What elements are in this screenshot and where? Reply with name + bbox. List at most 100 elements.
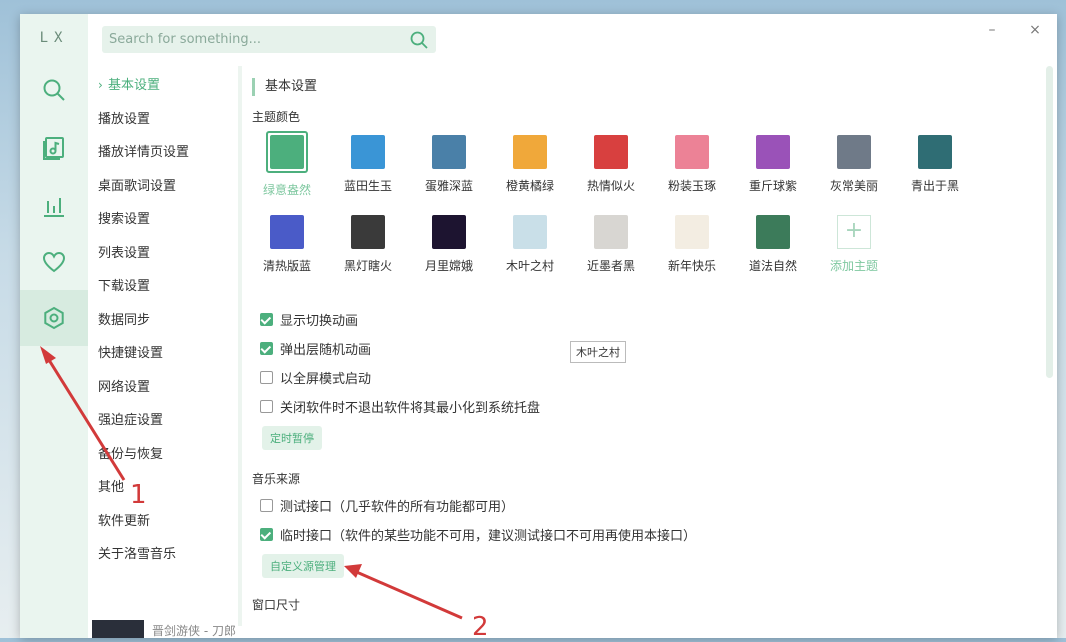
theme-option[interactable]: 绿意盎然: [252, 131, 322, 198]
submenu-item[interactable]: 列表设置: [96, 237, 234, 271]
theme-option[interactable]: 热情似火: [576, 135, 646, 194]
theme-option[interactable]: 近墨者黑: [576, 215, 646, 274]
submenu-item[interactable]: 数据同步: [96, 304, 234, 338]
theme-name: 绿意盎然: [262, 183, 311, 197]
checkbox-label: 临时接口（软件的某些功能不可用，建议测试接口不可用再使用本接口）: [280, 529, 697, 544]
rail-favorites-button[interactable]: [20, 234, 88, 290]
settings-submenu: › 基本设置播放设置播放详情页设置桌面歌词设置搜索设置列表设置下载设置数据同步快捷…: [96, 69, 234, 572]
checkbox[interactable]: [260, 528, 273, 541]
theme-option[interactable]: 清热版蓝: [252, 215, 322, 274]
theme-swatch: [675, 135, 709, 169]
submenu-item-label: 关于洛雪音乐: [98, 547, 177, 562]
theme-name: 道法自然: [748, 259, 797, 273]
theme-option[interactable]: 青出于黑: [900, 135, 970, 194]
checkbox-row[interactable]: 以全屏模式启动: [260, 363, 1037, 392]
checkbox-label: 以全屏模式启动: [280, 372, 372, 387]
submenu-item[interactable]: 桌面歌词设置: [96, 170, 234, 204]
general-checkboxes: 显示切换动画弹出层随机动画 以全屏模式启动关闭软件时不退出软件将其最小化到系统托盘: [252, 305, 1037, 421]
rail-search-button[interactable]: [20, 62, 88, 118]
checkbox[interactable]: [260, 400, 273, 413]
submenu-item[interactable]: 备份与恢复: [96, 438, 234, 472]
checkbox-row[interactable]: 显示切换动画: [260, 305, 1037, 334]
theme-option[interactable]: 月里嫦娥: [414, 215, 484, 274]
submenu-item-label: 数据同步: [98, 312, 151, 328]
now-playing-text: 晋剑游侠 - 刀郎: [152, 624, 236, 638]
search-icon: [43, 79, 65, 101]
theme-option[interactable]: 橙黄橘绿: [495, 135, 565, 194]
theme-swatch: [513, 135, 547, 169]
submenu-item[interactable]: 搜索设置: [96, 203, 234, 237]
submenu-item[interactable]: 其他: [96, 471, 234, 505]
theme-name: 粉装玉琢: [667, 179, 716, 193]
theme-name: 灰常美丽: [829, 179, 878, 193]
checkbox-label: 关闭软件时不退出软件将其最小化到系统托盘: [280, 401, 541, 416]
submenu-item[interactable]: 播放设置: [96, 103, 234, 137]
timer-pause-button[interactable]: 定时暂停: [262, 426, 322, 450]
app-logo: LX: [39, 30, 69, 46]
search-bar[interactable]: [102, 26, 436, 53]
submenu-item[interactable]: 强迫症设置: [96, 404, 234, 438]
theme-option[interactable]: 重斤球紫: [738, 135, 808, 194]
chevron-right-icon: ›: [98, 78, 103, 92]
rail-settings-button[interactable]: [20, 290, 88, 346]
theme-name: 青出于黑: [910, 179, 959, 193]
album-cover[interactable]: [92, 620, 144, 638]
submenu-item-label: 其他: [98, 480, 125, 495]
submenu-item-label: 播放设置: [98, 111, 151, 127]
checkbox-row[interactable]: 关闭软件时不退出软件将其最小化到系统托盘: [260, 392, 1037, 421]
music-list-icon: [43, 137, 64, 160]
theme-name: 蛋雅深蓝: [424, 179, 473, 193]
checkbox[interactable]: [260, 342, 273, 355]
theme-name: 重斤球紫: [748, 179, 797, 193]
checkbox-row[interactable]: 弹出层随机动画: [260, 334, 1037, 363]
submenu-item[interactable]: 关于洛雪音乐: [96, 538, 234, 572]
checkbox-label: 弹出层随机动画: [280, 343, 372, 358]
submenu-item-label: 网络设置: [98, 379, 151, 395]
gear-icon: [44, 306, 64, 330]
theme-swatch: [756, 135, 790, 169]
theme-option[interactable]: 粉装玉琢: [657, 135, 727, 194]
checkbox-row[interactable]: 临时接口（软件的某些功能不可用，建议测试接口不可用再使用本接口）: [260, 520, 1037, 549]
submenu-item[interactable]: › 基本设置: [96, 69, 234, 103]
theme-swatch: [756, 215, 790, 249]
theme-swatch: [432, 215, 466, 249]
content-scrollbar[interactable]: [1046, 66, 1053, 378]
search-input[interactable]: [102, 31, 408, 48]
submenu-item[interactable]: 播放详情页设置: [96, 136, 234, 170]
theme-swatch: [594, 135, 628, 169]
theme-swatch: [351, 135, 385, 169]
rail-leaderboard-button[interactable]: [20, 178, 88, 234]
close-button[interactable]: ×: [1025, 20, 1045, 40]
submenu-item-label: 快捷键设置: [98, 346, 164, 361]
theme-name: 蓝田生玉: [343, 179, 392, 193]
theme-option[interactable]: 黑灯瞎火: [333, 215, 403, 274]
theme-option[interactable]: 新年快乐: [657, 215, 727, 274]
theme-option[interactable]: 灰常美丽: [819, 135, 889, 194]
checkbox-row[interactable]: 测试接口（几乎软件的所有功能都可用）: [260, 491, 1037, 520]
submenu-item[interactable]: 快捷键设置: [96, 337, 234, 371]
theme-name: 添加主题: [829, 259, 878, 273]
add-theme-button[interactable]: + 添加主题: [819, 215, 889, 274]
submenu-item-label: 列表设置: [98, 245, 151, 261]
theme-option[interactable]: 蛋雅深蓝: [414, 135, 484, 194]
theme-name: 橙黄橘绿: [505, 179, 554, 193]
checkbox[interactable]: [260, 313, 273, 326]
checkbox[interactable]: [260, 371, 273, 384]
submenu-item[interactable]: 软件更新: [96, 505, 234, 539]
checkbox[interactable]: [260, 499, 273, 512]
theme-name: 清热版蓝: [262, 259, 311, 273]
plus-icon: +: [837, 215, 871, 249]
rail-songlist-button[interactable]: [20, 120, 88, 176]
submenu-item-label: 桌面歌词设置: [98, 178, 177, 194]
annotation-label-1: 1: [130, 480, 147, 510]
theme-swatch: [675, 215, 709, 249]
theme-name: 近墨者黑: [586, 259, 635, 273]
custom-source-button[interactable]: 自定义源管理: [262, 554, 344, 578]
theme-option[interactable]: 木叶之村: [495, 215, 565, 274]
submenu-item[interactable]: 网络设置: [96, 371, 234, 405]
search-icon[interactable]: [408, 29, 430, 51]
theme-option[interactable]: 蓝田生玉: [333, 135, 403, 194]
submenu-item[interactable]: 下载设置: [96, 270, 234, 304]
theme-option[interactable]: 道法自然: [738, 215, 808, 274]
minimize-button[interactable]: –: [982, 20, 1002, 40]
